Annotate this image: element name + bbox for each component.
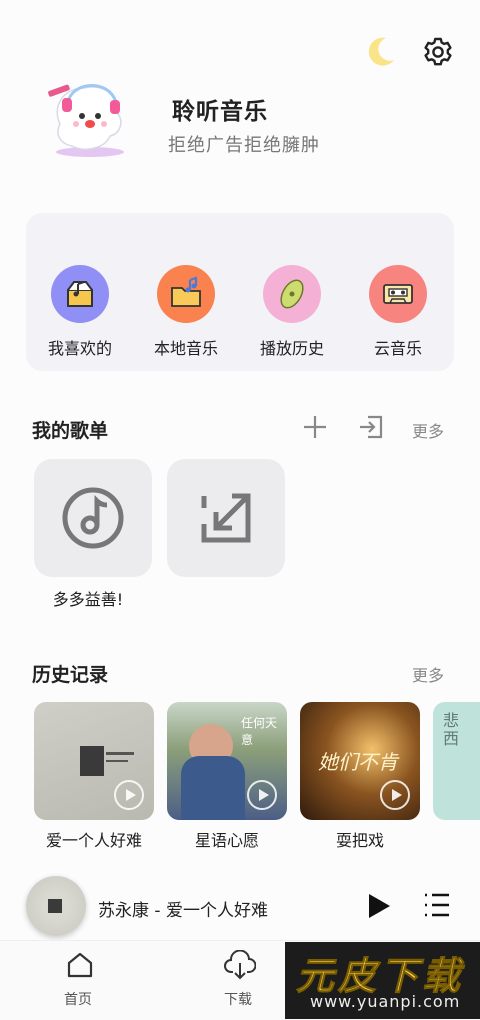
record-icon bbox=[263, 265, 321, 323]
quick-item-label: 本地音乐 bbox=[153, 339, 218, 358]
album-cover-text: 悲西 bbox=[443, 711, 460, 748]
quick-item-label: 云音乐 bbox=[373, 339, 422, 358]
folder-music-icon bbox=[157, 265, 215, 323]
dark-mode-moon-icon[interactable] bbox=[364, 34, 398, 68]
quick-item-local-music[interactable]: 本地音乐 bbox=[138, 265, 234, 359]
home-tab-icon[interactable] bbox=[66, 951, 94, 979]
music-disc-icon bbox=[62, 487, 124, 549]
history-more-link[interactable]: 更多 bbox=[412, 662, 444, 686]
tab-download[interactable]: 下载 bbox=[224, 989, 252, 1009]
settings-gear-icon[interactable] bbox=[422, 36, 454, 68]
playlist-name: 多多益善! bbox=[52, 590, 124, 609]
quick-access-panel: 我喜欢的 本地音乐 播放历史 云音乐 bbox=[26, 213, 454, 371]
music-box-icon bbox=[51, 265, 109, 323]
quick-item-favorites[interactable]: 我喜欢的 bbox=[32, 265, 128, 359]
playlists-section-title: 我的歌单 bbox=[32, 420, 109, 442]
play-overlay-icon[interactable] bbox=[380, 780, 410, 810]
playlist-card[interactable] bbox=[34, 459, 152, 577]
play-button-icon[interactable] bbox=[366, 892, 392, 920]
import-playlist-icon[interactable] bbox=[358, 413, 386, 441]
app-logo-mascot bbox=[38, 74, 138, 160]
now-playing-cover[interactable] bbox=[26, 876, 86, 936]
app-title: 聆听音乐 bbox=[172, 99, 268, 125]
history-album-cover[interactable] bbox=[34, 702, 154, 820]
quick-item-label: 我喜欢的 bbox=[47, 339, 112, 358]
history-section-title: 历史记录 bbox=[32, 664, 109, 686]
watermark-url: www.yuanpi.com bbox=[310, 992, 461, 1011]
album-cover-text: 她们不肯 bbox=[318, 750, 398, 774]
add-playlist-plus-icon[interactable] bbox=[302, 414, 328, 440]
play-overlay-icon[interactable] bbox=[247, 780, 277, 810]
now-playing-title: 苏永康 - 爱一个人好难 bbox=[98, 901, 268, 921]
history-album-cover[interactable]: 悲西 bbox=[433, 702, 480, 820]
quick-item-label: 播放历史 bbox=[259, 339, 324, 358]
history-song-name: 耍把戏 bbox=[335, 831, 384, 850]
history-album-cover[interactable]: 任何天意 bbox=[167, 702, 287, 820]
import-playlist-card[interactable] bbox=[167, 459, 285, 577]
app-subtitle: 拒绝广告拒绝臃肿 bbox=[168, 135, 320, 156]
history-song-name: 星语心愿 bbox=[194, 831, 259, 850]
quick-item-history[interactable]: 播放历史 bbox=[244, 265, 340, 359]
playlists-more-link[interactable]: 更多 bbox=[412, 418, 444, 442]
quick-item-cloud-music[interactable]: 云音乐 bbox=[350, 265, 446, 359]
play-overlay-icon[interactable] bbox=[114, 780, 144, 810]
download-cloud-icon[interactable] bbox=[224, 949, 257, 980]
history-album-cover[interactable]: 她们不肯 bbox=[300, 702, 420, 820]
import-arrow-icon bbox=[201, 493, 251, 543]
history-song-name: 爱一个人好难 bbox=[45, 831, 142, 850]
album-cover-text: 任何天意 bbox=[241, 716, 278, 747]
playlist-queue-icon[interactable] bbox=[422, 890, 452, 920]
tab-home[interactable]: 首页 bbox=[64, 989, 92, 1009]
cassette-icon bbox=[369, 265, 427, 323]
